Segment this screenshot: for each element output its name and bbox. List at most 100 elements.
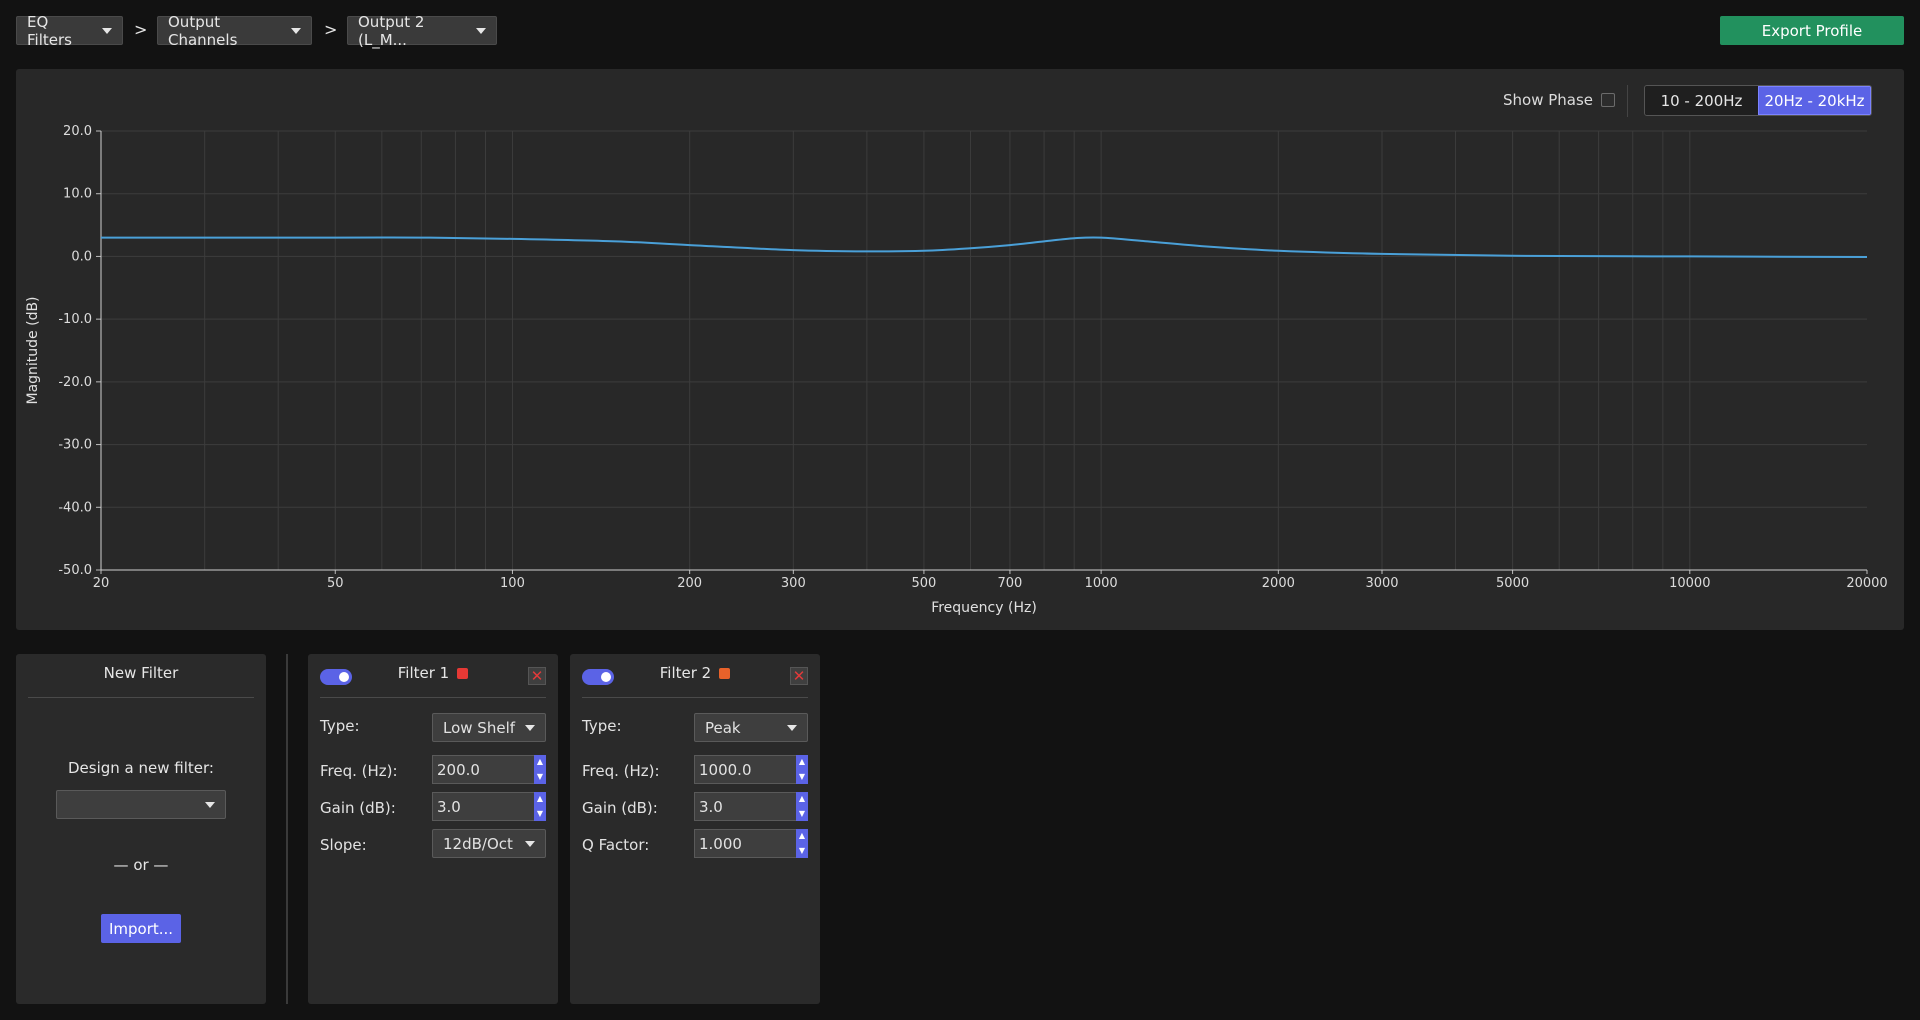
spin-up-icon[interactable]: ▲ xyxy=(796,755,808,770)
filter-title-text: Filter 1 xyxy=(397,664,450,682)
chevron-down-icon xyxy=(291,27,301,34)
range-10-200hz-button[interactable]: 10 - 200Hz xyxy=(1645,86,1758,115)
spin-down-icon[interactable]: ▼ xyxy=(796,807,808,822)
import-button[interactable]: Import... xyxy=(101,914,181,943)
filter-title-text: Filter 2 xyxy=(659,664,712,682)
x-tick-label: 20 xyxy=(93,576,110,591)
freq-spinbox[interactable]: 1000.0 ▲ ▼ xyxy=(694,755,808,784)
y-tick-label: -50.0 xyxy=(58,563,92,578)
spin-up-icon[interactable]: ▲ xyxy=(796,792,808,807)
spin-up-icon[interactable]: ▲ xyxy=(796,829,808,844)
breadcrumb-eq-filters[interactable]: EQ Filters xyxy=(16,13,123,49)
breadcrumb-label: Output Channels xyxy=(168,12,238,49)
spin-down-icon[interactable]: ▼ xyxy=(796,844,808,859)
filter-type-select[interactable] xyxy=(56,790,226,819)
design-label: Design a new filter: xyxy=(68,759,214,777)
x-tick-label: 5000 xyxy=(1496,576,1529,591)
new-filter-panel: New Filter Design a new filter: — or — I… xyxy=(16,654,266,1004)
spin-up-icon[interactable]: ▲ xyxy=(534,792,546,807)
x-tick-label: 10000 xyxy=(1669,576,1710,591)
breadcrumb-label: EQ Filters xyxy=(27,12,72,49)
q-factor-spinbox[interactable]: 1.000 ▲ ▼ xyxy=(694,829,808,858)
y-tick-label: -10.0 xyxy=(58,312,92,327)
gain-label: Gain (dB): xyxy=(320,799,396,817)
frequency-range-toggle: 10 - 200Hz 20Hz - 20kHz xyxy=(1644,85,1872,116)
select-value: Peak xyxy=(705,718,741,737)
filter-title: Filter 1 xyxy=(308,664,558,682)
x-tick-label: 100 xyxy=(500,576,525,591)
breadcrumb-output-2[interactable]: Output 2 (L_M... xyxy=(347,13,497,49)
gain-input[interactable]: 3.0 xyxy=(432,792,534,821)
show-phase-checkbox[interactable] xyxy=(1601,93,1616,107)
freq-label: Freq. (Hz): xyxy=(582,762,660,780)
chevron-down-icon xyxy=(525,725,535,731)
y-tick-label: 0.0 xyxy=(71,249,92,264)
y-tick-label: 20.0 xyxy=(63,124,92,139)
breadcrumb-separator: > xyxy=(134,20,148,39)
type-label: Type: xyxy=(320,717,360,735)
panel-divider xyxy=(286,654,288,1004)
spin-arrows[interactable]: ▲ ▼ xyxy=(534,792,546,821)
select-value: Low Shelf xyxy=(443,718,516,737)
y-tick-label: -30.0 xyxy=(58,438,92,453)
export-profile-button[interactable]: Export Profile xyxy=(1720,16,1904,45)
chevron-down-icon xyxy=(102,27,112,34)
filter-type-select[interactable]: Low Shelf xyxy=(432,713,546,742)
select-value: 12dB/Oct xyxy=(443,834,513,853)
freq-spinbox[interactable]: 200.0 ▲ ▼ xyxy=(432,755,546,784)
filter-type-select[interactable]: Peak xyxy=(694,713,808,742)
x-tick-label: 3000 xyxy=(1365,576,1398,591)
chevron-down-icon xyxy=(476,27,486,34)
filter-card-1: Filter 1 ✕ Type: Low Shelf Freq. (Hz): 2… xyxy=(308,654,558,1004)
frequency-response-chart: 20.0 10.0 0.0 -10.0 -20.0 -30.0 -40.0 -50.020 50… xyxy=(25,124,1888,616)
y-tick-label: -40.0 xyxy=(58,500,92,515)
chevron-down-icon xyxy=(525,841,535,847)
frequency-response-panel: 20.0 10.0 0.0 -10.0 -20.0 -30.0 -40.0 -50.0 20 50… xyxy=(16,69,1904,630)
x-tick-label: 700 xyxy=(998,576,1023,591)
toolbar-divider xyxy=(1627,85,1628,117)
x-tick-label: 50 xyxy=(327,576,344,591)
spin-down-icon[interactable]: ▼ xyxy=(534,770,546,785)
divider xyxy=(28,697,254,698)
filter-title: Filter 2 xyxy=(570,664,820,682)
breadcrumb-separator: > xyxy=(324,20,338,39)
show-phase-control[interactable]: Show Phase xyxy=(1503,91,1616,109)
x-tick-label: 500 xyxy=(912,576,937,591)
y-tick-label: 10.0 xyxy=(63,187,92,202)
slope-select[interactable]: 12dB/Oct xyxy=(432,829,546,858)
slope-label: Slope: xyxy=(320,836,367,854)
range-20hz-20khz-button[interactable]: 20Hz - 20kHz xyxy=(1758,86,1871,115)
spin-arrows[interactable]: ▲ ▼ xyxy=(796,755,808,784)
breadcrumb-label: Output 2 (L_M... xyxy=(358,12,425,49)
filter-color-swatch[interactable] xyxy=(719,668,731,679)
q-factor-input[interactable]: 1.000 xyxy=(694,829,796,858)
spin-arrows[interactable]: ▲ ▼ xyxy=(796,792,808,821)
spin-arrows[interactable]: ▲ ▼ xyxy=(796,829,808,858)
chevron-down-icon xyxy=(787,725,797,731)
divider xyxy=(582,697,808,698)
close-icon[interactable]: ✕ xyxy=(528,667,546,685)
x-tick-label: 1000 xyxy=(1085,576,1118,591)
x-tick-label: 2000 xyxy=(1262,576,1295,591)
freq-input[interactable]: 200.0 xyxy=(432,755,534,784)
gain-spinbox[interactable]: 3.0 ▲ ▼ xyxy=(432,792,546,821)
spin-up-icon[interactable]: ▲ xyxy=(534,755,546,770)
x-axis-label: Frequency (Hz) xyxy=(931,600,1037,616)
or-separator: — or — xyxy=(113,856,169,874)
spin-down-icon[interactable]: ▼ xyxy=(534,807,546,822)
spin-down-icon[interactable]: ▼ xyxy=(796,770,808,785)
close-icon[interactable]: ✕ xyxy=(790,667,808,685)
show-phase-label: Show Phase xyxy=(1503,91,1594,109)
divider xyxy=(320,697,546,698)
chevron-down-icon xyxy=(205,802,215,808)
spin-arrows[interactable]: ▲ ▼ xyxy=(534,755,546,784)
gain-input[interactable]: 3.0 xyxy=(694,792,796,821)
freq-input[interactable]: 1000.0 xyxy=(694,755,796,784)
freq-label: Freq. (Hz): xyxy=(320,762,398,780)
breadcrumb-output-channels[interactable]: Output Channels xyxy=(157,13,312,49)
gain-spinbox[interactable]: 3.0 ▲ ▼ xyxy=(694,792,808,821)
y-tick-label: -20.0 xyxy=(58,375,92,390)
response-curve-1 xyxy=(101,236,1868,259)
x-tick-label: 200 xyxy=(677,576,702,591)
filter-color-swatch[interactable] xyxy=(457,668,469,679)
